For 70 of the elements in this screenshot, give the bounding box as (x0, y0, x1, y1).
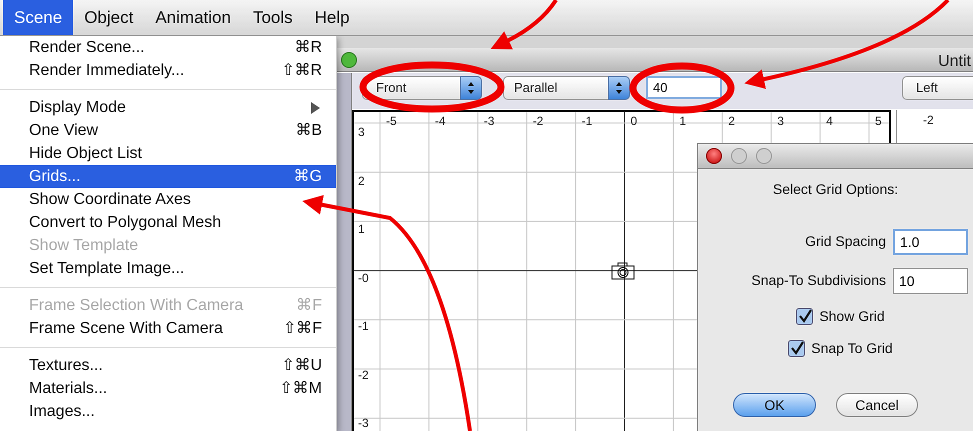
menu-item[interactable]: Render Scene... (29, 36, 145, 60)
axis-label: 5 (875, 113, 882, 130)
axis-label: -1 (358, 320, 369, 332)
stepper-arrows-icon (608, 76, 630, 100)
axis-label: -3 (358, 417, 369, 429)
zoom-window-button[interactable] (341, 52, 357, 68)
menu-bar-item[interactable]: Object (73, 0, 144, 35)
menu-item-highlight[interactable]: Grids... ⌘G (0, 165, 336, 188)
menu-bar-item[interactable]: Animation (144, 0, 242, 35)
axis-label: 2 (728, 113, 735, 130)
axis-label: -5 (386, 113, 397, 130)
close-button[interactable] (706, 148, 722, 164)
input-field[interactable]: 1.0 (893, 228, 968, 254)
axis-label: -0 (358, 272, 369, 284)
menu-item[interactable]: Grids... (29, 164, 81, 188)
shortcut-label: ⇧⌘F (283, 318, 322, 338)
checkbox-label: Snap To Grid (811, 338, 893, 358)
menu-item[interactable]: Render Immediately... (29, 58, 184, 82)
projection-dropdown[interactable]: Parallel (503, 76, 630, 100)
menu-item[interactable]: Frame Scene With Camera (29, 316, 223, 340)
scale-field[interactable]: 40 (646, 76, 722, 99)
dialog-button[interactable]: OK (733, 393, 816, 417)
window-title: Untit (938, 52, 971, 72)
menu-item[interactable]: Materials... (29, 376, 108, 400)
axis-label: 0 (630, 113, 638, 130)
view-dropdown[interactable]: Front (362, 76, 482, 100)
axis-label: 1 (358, 223, 365, 235)
menu-bar-item[interactable]: Tools (242, 0, 304, 35)
annotation-arrow (490, 0, 558, 50)
shortcut-label: ⇧⌘U (281, 356, 322, 376)
menu-item[interactable]: Set Template Image... (29, 256, 184, 280)
axis-label: -2 (923, 112, 934, 129)
checkbox[interactable] (788, 340, 806, 356)
menu-item[interactable]: Convert to Polygonal Mesh (29, 210, 222, 234)
menu-bar-item[interactable]: Scene (3, 0, 74, 35)
axis-label: -2 (358, 368, 369, 380)
menu-item[interactable]: Hide Object List (29, 142, 142, 166)
menu-item: Show Template (29, 236, 138, 256)
menu-item[interactable]: Display Mode (29, 96, 126, 120)
checkbox[interactable] (796, 308, 814, 324)
menu-item[interactable]: Textures... (29, 354, 103, 378)
menu-item[interactable]: One View (29, 118, 98, 142)
menu-item: Frame Selection With Camera (29, 296, 244, 316)
stepper-arrows-icon (460, 76, 482, 100)
axis-label: -4 (434, 113, 446, 130)
checkbox-label: Show Grid (819, 306, 885, 326)
dialog-button[interactable]: Cancel (836, 393, 918, 417)
axis-label: 2 (358, 174, 365, 186)
field-label: Grid Spacing (805, 232, 886, 251)
menu-item[interactable]: Images... (29, 400, 95, 424)
axis-label: 3 (358, 126, 365, 138)
axis-label: 4 (826, 113, 833, 130)
shortcut-label: ⌘G (294, 166, 322, 186)
field-label: Snap-To Subdivisions (751, 271, 886, 290)
axis-label: -2 (532, 113, 544, 130)
shortcut-label: ⌘B (295, 120, 322, 140)
camera-icon (611, 262, 635, 280)
dialog-heading: Select Grid Options: (772, 180, 900, 199)
axis-label: 3 (777, 113, 784, 130)
shortcut-label: ⌘F (296, 296, 322, 316)
shortcut-label: ⇧⌘M (280, 378, 322, 398)
input-field[interactable]: 10 (893, 268, 968, 294)
axis-label: -3 (484, 113, 494, 130)
view-dropdown[interactable]: Left (902, 76, 973, 100)
axis-label: -1 (582, 113, 592, 130)
menu-item[interactable]: Show Coordinate Axes (29, 188, 191, 212)
menu-bar-item[interactable]: Help (304, 0, 361, 35)
axis-label: 1 (679, 113, 686, 130)
shortcut-label: ⌘R (294, 38, 322, 58)
shortcut-label: ⇧⌘R (281, 60, 322, 80)
